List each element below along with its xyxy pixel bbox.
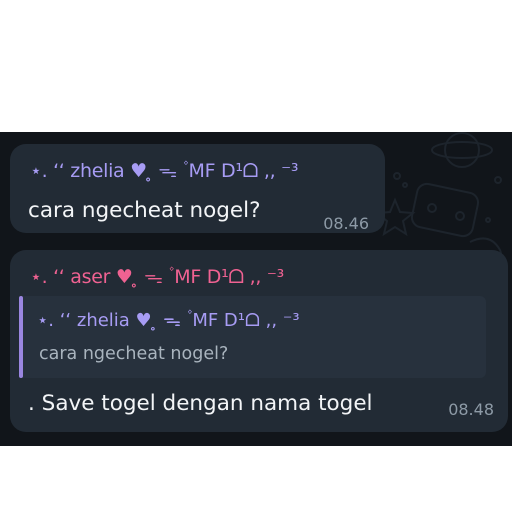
reply-quote-bar	[19, 296, 23, 378]
sender-name[interactable]: ⋆. ‘‘ zhelia ♥︎ ̥ ᯓ ۫ MF D¹ᗝ ,, ⁻³	[30, 157, 298, 183]
message-text: . Save togel dengan nama togel	[28, 391, 373, 416]
message-timestamp: 08.46	[323, 214, 369, 233]
game-controller-doodle	[410, 182, 480, 238]
message-timestamp: 08.48	[448, 400, 494, 419]
sender-name[interactable]: ⋆. ‘‘ aser ♥︎ ̥ ᯓ ۫ MF D¹ᗝ ,, ⁻³	[30, 263, 284, 289]
reply-text: cara ngecheat nogel?	[39, 344, 229, 364]
planet-doodle	[431, 132, 493, 168]
message-bubble[interactable]: ⋆. ‘‘ zhelia ♥︎ ̥ ᯓ ۫ MF D¹ᗝ ,, ⁻³ cara …	[10, 144, 385, 233]
reply-sender-name: ⋆. ‘‘ zhelia ♥︎ ̥ ᯓ ۫ MF D¹ᗝ ,, ⁻³	[37, 310, 300, 331]
reply-quote[interactable]: ⋆. ‘‘ zhelia ♥︎ ̥ ᯓ ۫ MF D¹ᗝ ,, ⁻³ cara …	[19, 296, 486, 378]
message-bubble[interactable]: ⋆. ‘‘ aser ♥︎ ̥ ᯓ ۫ MF D¹ᗝ ,, ⁻³ ⋆. ‘‘ z…	[10, 250, 508, 432]
chat-area: ⋆. ‘‘ zhelia ♥︎ ̥ ᯓ ۫ MF D¹ᗝ ,, ⁻³ cara …	[0, 132, 512, 446]
message-text: cara ngecheat nogel?	[28, 198, 261, 223]
